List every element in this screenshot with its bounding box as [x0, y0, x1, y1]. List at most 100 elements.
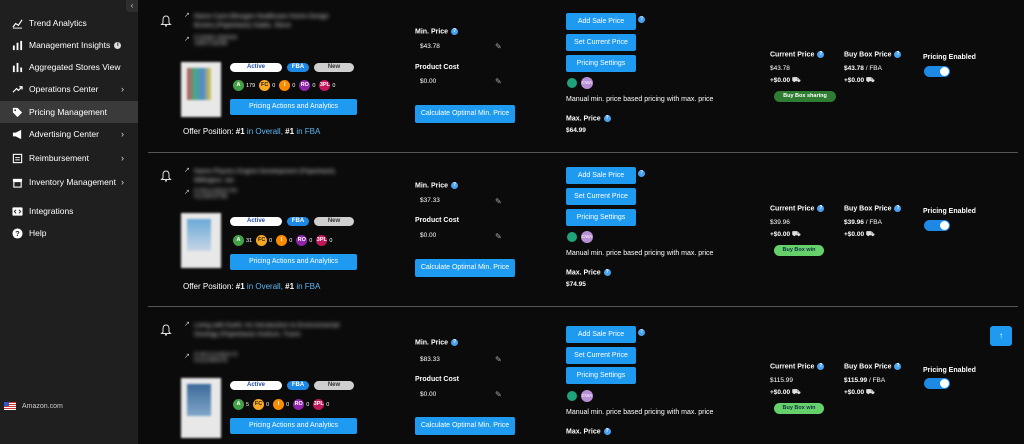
badge-ro: RO	[299, 80, 311, 91]
pricing-enabled-toggle[interactable]	[924, 66, 950, 77]
product-cost-value[interactable]: $0.00	[420, 391, 436, 398]
sidebar-item-integrations[interactable]: Integrations	[0, 200, 138, 222]
pricing-settings-button[interactable]: Pricing Settings	[566, 209, 636, 226]
product-cost-value[interactable]: $0.00	[420, 232, 436, 239]
badge-i: I	[279, 80, 291, 91]
info-icon[interactable]: ?	[603, 115, 611, 122]
sidebar-item-aggregated-stores[interactable]: Aggregated Stores View	[0, 56, 138, 78]
pricing-actions-button[interactable]: Pricing Actions and Analytics	[230, 418, 357, 434]
add-sale-price-button[interactable]: Add Sale Price	[566, 13, 636, 30]
line-chart-icon	[11, 17, 23, 29]
info-icon[interactable]: ?	[894, 51, 902, 58]
product-image[interactable]	[181, 213, 221, 268]
min-price-value[interactable]: $83.33	[420, 356, 440, 363]
buy-box-price-label: Buy Box Price?	[844, 51, 902, 59]
sidebar-item-management-insights[interactable]: Management Insights i	[0, 34, 138, 56]
megaphone-icon	[11, 128, 23, 140]
add-sale-price-button[interactable]: Add Sale Price	[566, 167, 636, 184]
fulfillment-badge: FBA	[287, 63, 309, 72]
current-price-label: Current Price?	[770, 363, 825, 371]
scroll-top-button[interactable]: ↑	[990, 326, 1012, 346]
product-cost-value[interactable]: $0.00	[420, 78, 436, 85]
share-icon[interactable]	[567, 391, 577, 401]
help-icon: ?	[11, 227, 23, 239]
sidebar-item-inventory-management[interactable]: Inventory Management ›	[0, 171, 138, 193]
external-link-icon[interactable]: ↗	[184, 352, 190, 360]
sidebar-item-reimbursement[interactable]: Reimbursement ›	[0, 147, 138, 169]
external-link-icon[interactable]: ↗	[184, 35, 190, 43]
calculate-min-price-button[interactable]: Calculate Optimal Min. Price	[415, 105, 515, 123]
external-link-icon[interactable]: ↗	[184, 11, 190, 19]
info-icon[interactable]: ?	[603, 269, 611, 276]
bell-icon[interactable]	[160, 15, 172, 27]
edit-icon[interactable]: ✎	[495, 77, 502, 86]
edit-icon[interactable]: ✎	[495, 197, 502, 206]
edit-icon[interactable]: ✎	[495, 232, 502, 241]
external-link-icon[interactable]: ↗	[184, 320, 190, 328]
info-icon[interactable]: ?	[451, 28, 459, 35]
pricing-actions-button[interactable]: Pricing Actions and Analytics	[230, 99, 357, 115]
product-cost-label: Product Cost	[415, 376, 459, 383]
edit-icon[interactable]: ✎	[495, 390, 502, 399]
product-image[interactable]	[181, 378, 221, 438]
min-price-label: Min. Price?	[415, 339, 459, 347]
badge-a: A	[233, 235, 244, 246]
info-icon[interactable]: ?	[451, 339, 459, 346]
pricing-enabled-toggle[interactable]	[924, 220, 950, 231]
pricing-strategy: Manual min. price based pricing with max…	[566, 409, 714, 416]
info-icon[interactable]: i	[114, 41, 122, 49]
pricing-settings-button[interactable]: Pricing Settings	[566, 55, 636, 72]
sidebar-item-label: Advertising Center	[29, 129, 99, 139]
info-icon[interactable]: ?	[638, 16, 645, 23]
set-current-price-button[interactable]: Set Current Price	[566, 188, 636, 205]
sidebar-item-trend-analytics[interactable]: Trend Analytics	[0, 12, 138, 34]
external-link-icon[interactable]: ↗	[184, 188, 190, 196]
product-title[interactable]: Name Physics Engine Development (Paperba…	[194, 167, 344, 185]
product-title[interactable]: Name Card (Mosgan Healthcare Home Design…	[194, 12, 344, 30]
pricing-settings-button[interactable]: Pricing Settings	[566, 367, 636, 384]
info-icon[interactable]: ?	[638, 170, 645, 177]
min-price-value[interactable]: $37.33	[420, 197, 440, 204]
sidebar-item-pricing-management[interactable]: Pricing Management	[0, 101, 138, 123]
calculate-min-price-button[interactable]: Calculate Optimal Min. Price	[415, 417, 515, 435]
set-current-price-button[interactable]: Set Current Price	[566, 34, 636, 51]
offer-position: Offer Position: #1 in Overall, #1 in FBA	[183, 127, 321, 136]
calculate-min-price-button[interactable]: Calculate Optimal Min. Price	[415, 259, 515, 277]
edit-icon[interactable]: ✎	[495, 42, 502, 51]
product-image[interactable]	[181, 62, 221, 117]
min-price-value[interactable]: $43.78	[420, 43, 440, 50]
pricing-actions-button[interactable]: Pricing Actions and Analytics	[230, 254, 357, 270]
bell-icon[interactable]	[160, 324, 172, 336]
marketplace-selector[interactable]: Amazon.com	[4, 402, 63, 410]
current-price-label: Current Price?	[770, 51, 825, 59]
cwa-badge[interactable]: CWA	[581, 390, 593, 402]
sidebar-item-advertising-center[interactable]: Advertising Center ›	[0, 123, 138, 145]
info-icon[interactable]: ?	[817, 51, 825, 58]
set-current-price-button[interactable]: Set Current Price	[566, 347, 636, 364]
product-title[interactable]: Living with Earth: An Introduction to En…	[194, 321, 344, 339]
info-icon[interactable]: ?	[894, 363, 902, 370]
bb-shipping-value: +$0.00 ⛟	[844, 389, 875, 396]
truck-icon: ⛟	[865, 77, 875, 84]
shipping-value: +$0.00 ⛟	[770, 231, 801, 238]
info-icon[interactable]: ?	[638, 329, 645, 336]
edit-icon[interactable]: ✎	[495, 355, 502, 364]
pricing-enabled-toggle[interactable]	[924, 378, 950, 389]
info-icon[interactable]: ?	[603, 428, 611, 435]
cwa-badge[interactable]: CWA	[581, 231, 593, 243]
sidebar-item-operations-center[interactable]: Operations Center ›	[0, 78, 138, 100]
bell-icon[interactable]	[160, 170, 172, 182]
info-icon[interactable]: ?	[894, 205, 902, 212]
collapse-sidebar-button[interactable]: ‹	[126, 0, 138, 12]
pricing-enabled-label: Pricing Enabled	[923, 367, 976, 374]
info-icon[interactable]: ?	[817, 205, 825, 212]
cwa-badge[interactable]: CWA	[581, 77, 593, 89]
product-row: ↗ Living with Earth: An Introduction to …	[138, 310, 1024, 444]
share-icon[interactable]	[567, 232, 577, 242]
share-icon[interactable]	[567, 78, 577, 88]
external-link-icon[interactable]: ↗	[184, 166, 190, 174]
sidebar-item-help[interactable]: ? Help	[0, 222, 138, 244]
add-sale-price-button[interactable]: Add Sale Price	[566, 326, 636, 343]
info-icon[interactable]: ?	[817, 363, 825, 370]
info-icon[interactable]: ?	[451, 182, 459, 189]
